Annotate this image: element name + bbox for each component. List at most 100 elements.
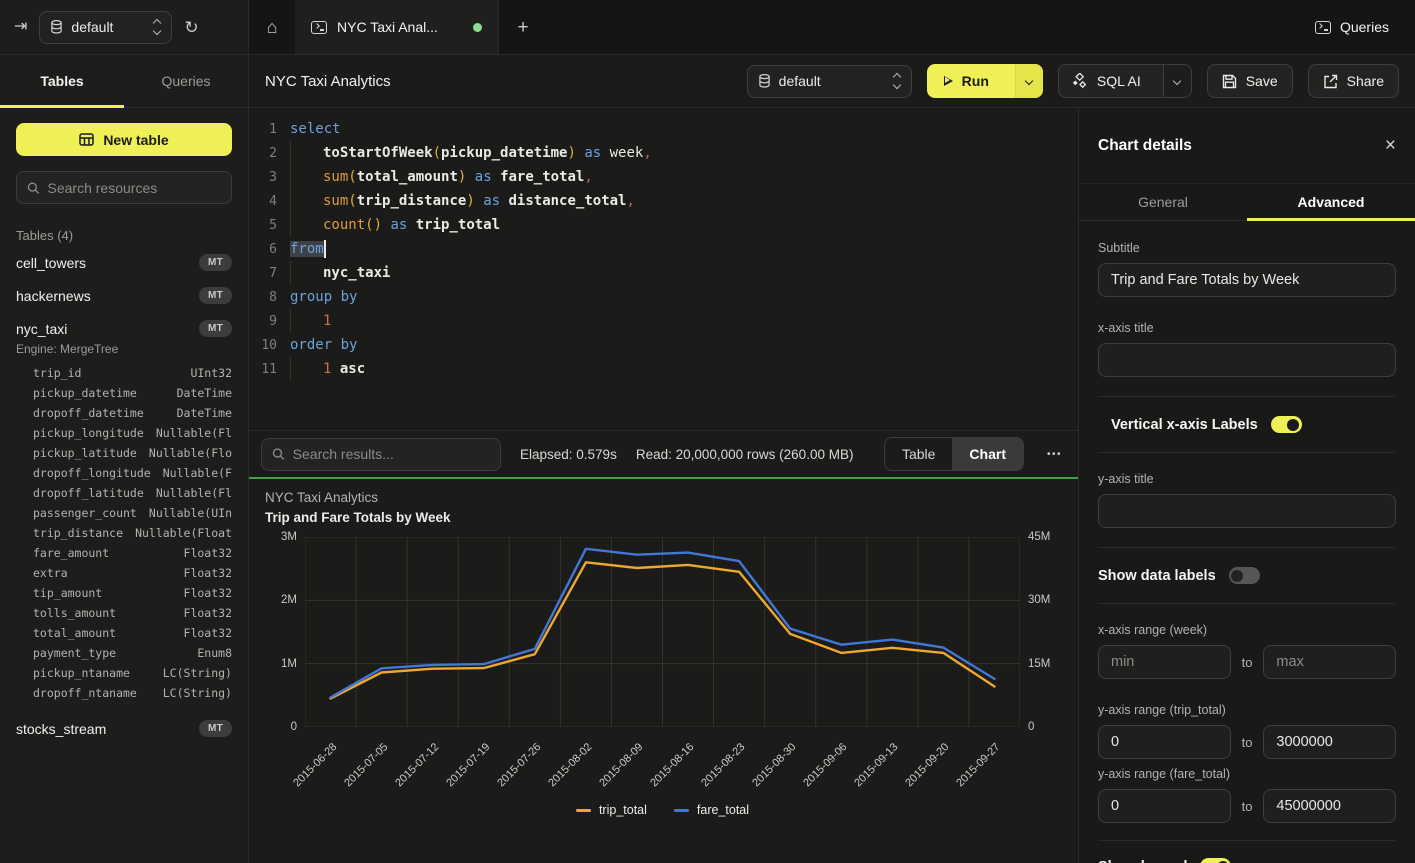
sidebar-tab-tables[interactable]: Tables	[0, 55, 124, 107]
code-line: 111 asc	[249, 357, 1078, 381]
header-database-select[interactable]: default	[747, 65, 912, 98]
legend-item-trip_total[interactable]: trip_total	[576, 803, 647, 817]
to-label: to	[1242, 799, 1253, 814]
sql-ai-label: SQL AI	[1097, 73, 1141, 89]
table-name: cell_towers	[16, 255, 86, 271]
table-row[interactable]: cell_towersMT	[16, 246, 232, 279]
line-number: 10	[249, 338, 277, 353]
line-number: 9	[249, 314, 277, 329]
code-lines: 1select2toStartOfWeek(pickup_datetime) a…	[249, 117, 1078, 381]
column-row: fare_amountFloat32	[16, 543, 232, 563]
code-line: 6from	[249, 237, 1078, 261]
view-toggle-chart[interactable]: Chart	[952, 438, 1023, 470]
show-legend-toggle[interactable]	[1200, 858, 1231, 863]
elapsed-time: Elapsed: 0.579s	[520, 447, 617, 462]
y-tick-left: 2M	[281, 594, 297, 606]
table-row[interactable]: stocks_streamMT	[16, 712, 232, 745]
search-resources-input[interactable]	[48, 180, 221, 196]
select-chevrons-icon	[154, 20, 160, 34]
legend-swatch	[674, 809, 689, 812]
legend-item-fare_total[interactable]: fare_total	[674, 803, 749, 817]
tables-section-title: Tables (4)	[16, 228, 232, 243]
y-axis-range-fare-max-input[interactable]	[1263, 789, 1396, 823]
vertical-x-labels-toggle[interactable]	[1271, 416, 1302, 433]
search-results-input[interactable]	[293, 446, 490, 462]
chart-details-tabs: General Advanced	[1079, 183, 1415, 221]
new-tab-button[interactable]: +	[499, 0, 547, 54]
to-label: to	[1242, 735, 1253, 750]
table-row[interactable]: hackernewsMT	[16, 279, 232, 312]
y-axis-range-trip-max-input[interactable]	[1263, 725, 1396, 759]
line-number: 8	[249, 290, 277, 305]
home-icon[interactable]: ⌂	[249, 0, 295, 54]
code-line: 4sum(trip_distance) as distance_total,	[249, 189, 1078, 213]
top-bar: ⇥ default ↻ ⌂ NYC Taxi Anal... + Queries	[0, 0, 1415, 55]
x-axis-title-input[interactable]	[1098, 343, 1396, 377]
y-axis-left-labels: 3M2M1M0	[257, 537, 297, 727]
engine-badge: MT	[199, 320, 232, 337]
sql-ai-button[interactable]: SQL AI	[1058, 64, 1192, 98]
more-options-icon[interactable]: •••	[1043, 449, 1066, 460]
code-line: 10order by	[249, 333, 1078, 357]
queries-button[interactable]: Queries	[1315, 0, 1415, 54]
column-row: dropoff_latitudeNullable(Fl	[16, 483, 232, 503]
save-label: Save	[1246, 73, 1278, 89]
column-row: dropoff_longitudeNullable(F	[16, 463, 232, 483]
save-icon	[1222, 74, 1237, 89]
resources-search	[16, 171, 232, 204]
tab-nyc-taxi-analytics[interactable]: NYC Taxi Anal...	[295, 0, 499, 54]
y-tick-right: 15M	[1028, 658, 1050, 670]
sidebar: Tables Queries New table Tables (4) cell…	[0, 55, 249, 863]
line-number: 4	[249, 194, 277, 209]
y-axis-range-fare-min-input[interactable]	[1098, 789, 1231, 823]
line-number: 1	[249, 122, 277, 137]
table-row[interactable]: nyc_taxiMT	[16, 312, 232, 345]
tab-general[interactable]: General	[1079, 184, 1247, 220]
x-axis-range-max-input[interactable]	[1263, 645, 1396, 679]
topbar-database-select[interactable]: default	[39, 11, 172, 44]
line-number: 11	[249, 362, 277, 377]
share-icon	[1323, 74, 1338, 89]
database-icon	[51, 20, 62, 34]
run-options-chevron[interactable]	[1015, 64, 1043, 98]
tab-advanced[interactable]: Advanced	[1247, 184, 1415, 220]
chart-panel: NYC Taxi Analytics Trip and Fare Totals …	[249, 481, 1078, 863]
engine-badge: MT	[199, 287, 232, 304]
code-line: 8group by	[249, 285, 1078, 309]
view-toggle: Table Chart	[884, 437, 1024, 471]
show-data-labels-toggle[interactable]	[1229, 567, 1260, 584]
view-toggle-table[interactable]: Table	[885, 438, 952, 470]
x-axis-range-min-input[interactable]	[1098, 645, 1231, 679]
y-axis-right-labels: 45M30M15M0	[1028, 537, 1072, 727]
new-table-button[interactable]: New table	[16, 123, 232, 156]
legend-label: fare_total	[697, 803, 749, 817]
sql-ai-chevron[interactable]	[1163, 65, 1191, 97]
y-tick-right: 0	[1028, 721, 1034, 733]
show-legend-label: Show legend	[1098, 859, 1187, 863]
share-button[interactable]: Share	[1308, 64, 1399, 98]
chart-legend: trip_total fare_total	[305, 803, 1020, 817]
subtitle-label: Subtitle	[1098, 241, 1396, 255]
chart-subtitle: Trip and Fare Totals by Week	[265, 510, 451, 525]
text-cursor	[324, 240, 326, 258]
y-axis-range-trip-min-input[interactable]	[1098, 725, 1231, 759]
unsaved-changes-dot	[473, 23, 482, 32]
line-number: 6	[249, 242, 277, 257]
refresh-icon[interactable]: ↻	[184, 19, 198, 36]
subtitle-input[interactable]	[1098, 263, 1396, 297]
y-tick-left: 1M	[281, 658, 297, 670]
sparkles-icon	[1072, 73, 1088, 89]
legend-swatch	[576, 809, 591, 812]
collapse-sidebar-icon[interactable]: ⇥	[14, 19, 27, 35]
tab-strip: ⌂ NYC Taxi Anal... +	[249, 0, 1315, 54]
y-axis-title-input[interactable]	[1098, 494, 1396, 528]
topbar-left: ⇥ default ↻	[0, 0, 249, 54]
column-row: passenger_countNullable(UIn	[16, 503, 232, 523]
sidebar-tab-queries[interactable]: Queries	[124, 55, 248, 107]
save-button[interactable]: Save	[1207, 64, 1293, 98]
close-icon[interactable]: ×	[1385, 135, 1396, 157]
tables-list: cell_towersMThackernewsMTnyc_taxiMTEngin…	[16, 246, 232, 745]
show-data-labels-label: Show data labels	[1098, 568, 1216, 584]
run-button[interactable]: Run	[927, 64, 1043, 98]
sql-editor[interactable]: 1select2toStartOfWeek(pickup_datetime) a…	[249, 108, 1078, 430]
